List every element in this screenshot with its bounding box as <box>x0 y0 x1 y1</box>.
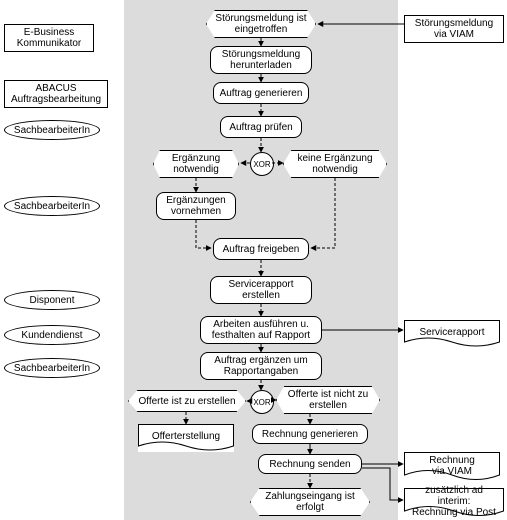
event-label: keine Ergänzung notwendig <box>290 153 380 175</box>
function-label: Auftrag ergänzen um Rapportangaben <box>205 355 317 377</box>
function-label: Störungsmeldung herunterladen <box>215 49 307 71</box>
event-offerte-nicht-erstellen: Offerte ist nicht zu erstellen <box>276 386 380 414</box>
function-label: Auftrag freigeben <box>223 244 300 255</box>
function-label: Rechnung generieren <box>262 429 358 440</box>
event-ergaenzung-notwendig: Ergänzung notwendig <box>153 150 239 178</box>
function-arbeiten-ausfuehren: Arbeiten ausführen u. festhalten auf Rap… <box>200 316 322 344</box>
xor-label: XOR <box>253 398 270 407</box>
xor-gateway-1: XOR <box>250 152 274 176</box>
function-label: Arbeiten ausführen u. festhalten auf Rap… <box>205 319 317 341</box>
system-abacus: ABACUS Auftragsbearbeitung <box>4 80 108 108</box>
event-label: Offerte ist zu erstellen <box>138 396 235 407</box>
role-sachbearbeiter-3: SachbearbeiterIn <box>4 358 100 378</box>
system-label: E-Business Kommunikator <box>8 27 90 49</box>
function-ergaenzungen-vornehmen: Ergänzungen vornehmen <box>156 192 236 220</box>
input-stoerungsmeldung-viam: Störungsmeldung via VIAM <box>404 15 504 43</box>
function-label: Servicerapport erstellen <box>215 279 307 301</box>
event-label: Zahlungseingang ist erfolgt <box>257 491 363 513</box>
document-servicerapport: Servicerapport <box>404 320 500 348</box>
xor-gateway-2: XOR <box>250 390 274 414</box>
role-label: Disponent <box>29 295 74 306</box>
function-herunterladen: Störungsmeldung herunterladen <box>210 46 312 74</box>
document-rechnung-viam: Rechnung via VIAM <box>404 452 500 482</box>
role-sachbearbeiter-1: SachbearbeiterIn <box>4 120 100 140</box>
input-label: Störungsmeldung via VIAM <box>408 18 500 40</box>
function-servicerapport-erstellen: Servicerapport erstellen <box>210 276 312 304</box>
role-disponent: Disponent <box>4 290 100 310</box>
event-label: Störungsmeldung ist eingetroffen <box>213 13 309 35</box>
event-label: Ergänzung notwendig <box>160 153 232 175</box>
role-label: Kundendienst <box>21 330 82 341</box>
event-label: Offerte ist nicht zu erstellen <box>283 389 373 411</box>
document-label: zusätzlich ad interim: Rechnung via Post <box>408 485 500 518</box>
function-label: Rechnung senden <box>269 459 350 470</box>
function-label: Auftrag prüfen <box>229 122 292 133</box>
xor-label: XOR <box>253 160 270 169</box>
diagram-canvas: E-Business Kommunikator ABACUS Auftragsb… <box>0 0 507 520</box>
role-sachbearbeiter-2: SachbearbeiterIn <box>4 196 100 216</box>
function-rechnung-senden: Rechnung senden <box>258 454 362 474</box>
function-auftrag-generieren: Auftrag generieren <box>213 82 309 104</box>
document-label: Servicerapport <box>419 327 484 338</box>
role-label: SachbearbeiterIn <box>14 125 90 136</box>
function-auftrag-freigeben: Auftrag freigeben <box>213 238 309 260</box>
function-rechnung-generieren: Rechnung generieren <box>252 424 368 444</box>
role-kundendienst: Kundendienst <box>4 325 100 345</box>
role-label: SachbearbeiterIn <box>14 201 90 212</box>
function-auftrag-pruefen: Auftrag prüfen <box>220 116 302 138</box>
event-zahlungseingang: Zahlungseingang ist erfolgt <box>250 488 370 516</box>
role-label: SachbearbeiterIn <box>14 363 90 374</box>
event-keine-ergaenzung: keine Ergänzung notwendig <box>283 150 387 178</box>
function-label: Ergänzungen vornehmen <box>161 195 231 217</box>
function-auftrag-ergaenzen: Auftrag ergänzen um Rapportangaben <box>200 352 322 380</box>
document-rechnung-post: zusätzlich ad interim: Rechnung via Post <box>404 488 504 518</box>
system-label: ABACUS Auftragsbearbeitung <box>8 83 104 105</box>
event-offerte-zu-erstellen: Offerte ist zu erstellen <box>128 390 246 412</box>
process-offerterstellung: Offerterstellung <box>138 424 234 452</box>
event-stoerung-eingetroffen: Störungsmeldung ist eingetroffen <box>206 10 316 38</box>
process-label: Offerterstellung <box>152 431 220 442</box>
document-label: Rechnung via VIAM <box>429 455 475 477</box>
system-ebusiness: E-Business Kommunikator <box>4 24 94 52</box>
function-label: Auftrag generieren <box>220 88 303 99</box>
